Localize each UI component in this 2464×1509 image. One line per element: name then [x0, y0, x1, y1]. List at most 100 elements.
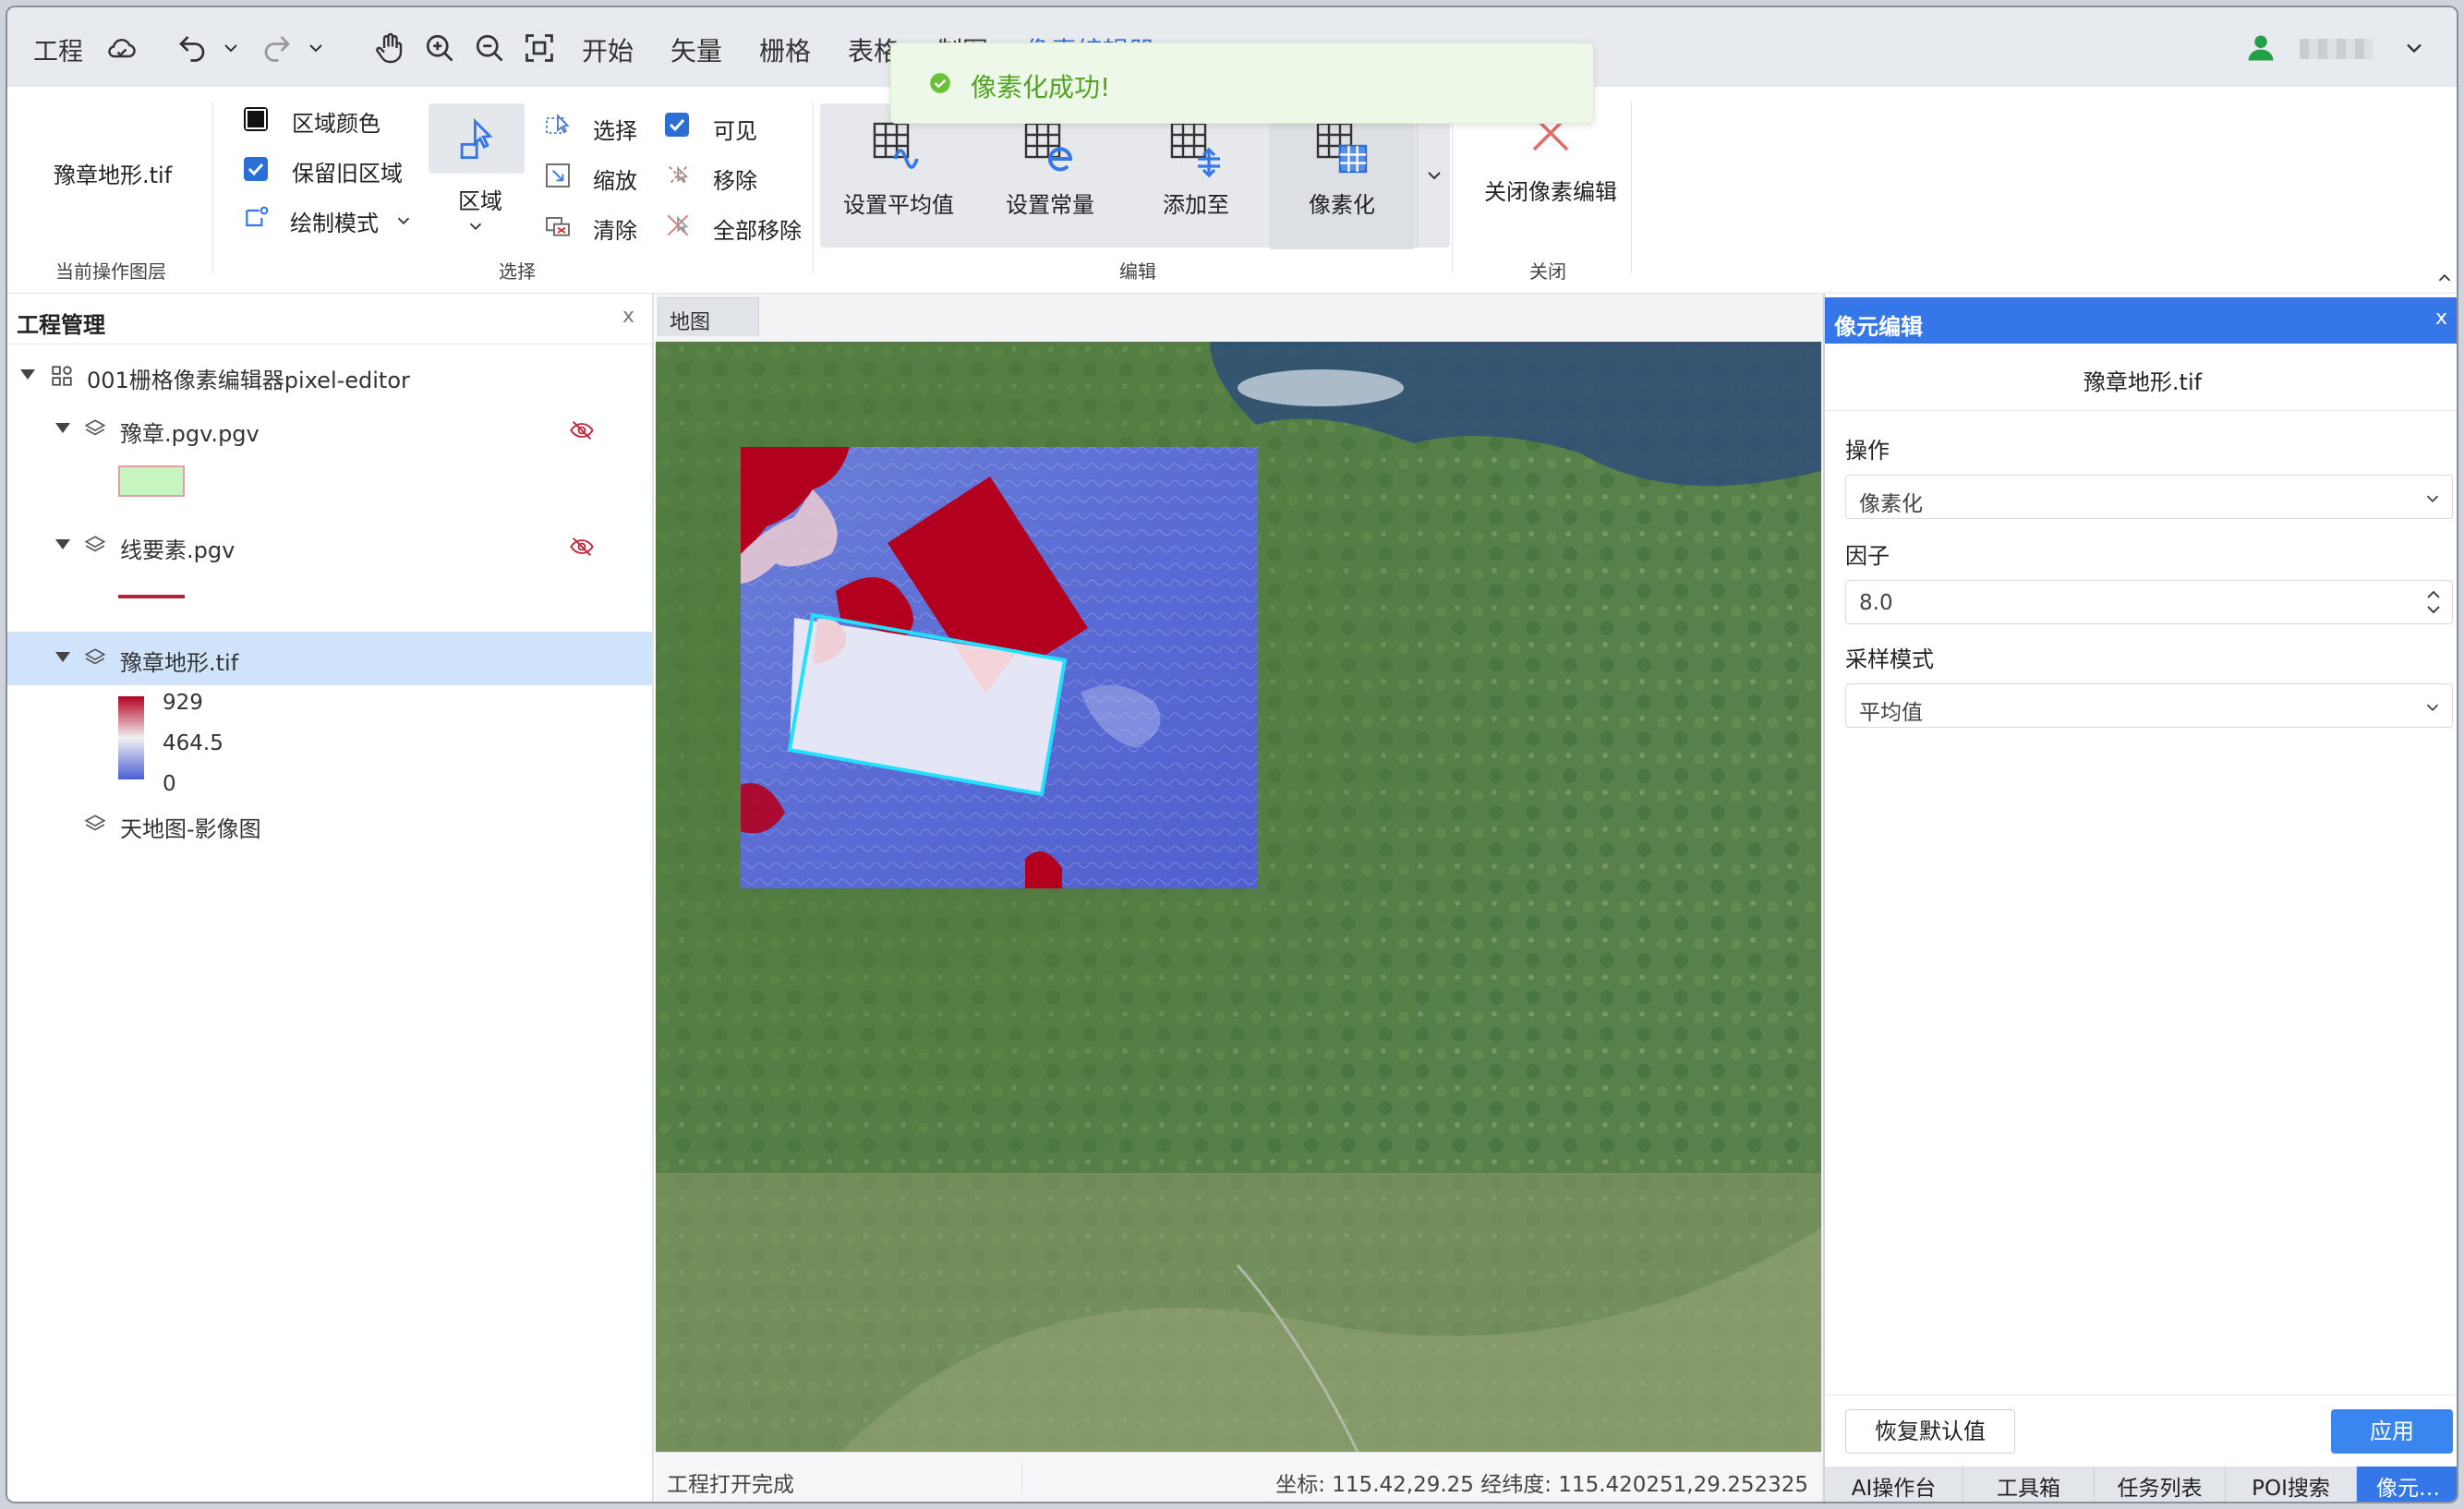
layers-icon [83, 646, 107, 670]
expand-caret-icon[interactable] [20, 369, 35, 380]
keep-old-region-checkbox[interactable] [244, 157, 268, 181]
project-panel-title: 工程管理 [17, 312, 105, 338]
tree-layer-basemap[interactable]: 天地图-影像图 [7, 798, 652, 851]
tab-start[interactable]: 开始 [582, 31, 634, 68]
tree-layer-line-pgv[interactable]: 线要素.pgv [7, 519, 652, 573]
map-area: 地图 工程打开完成 坐标: 115.42,29.25 经纬度: 115.4202… [656, 294, 1823, 1502]
success-toast: 像素化成功! [890, 42, 1594, 124]
pixelate-label: 像素化 [1309, 192, 1375, 218]
region-color-swatch[interactable] [244, 107, 268, 131]
close-panel-button[interactable]: x [2435, 307, 2447, 330]
layers-icon [83, 534, 107, 558]
factor-value: 8.0 [1859, 591, 1893, 615]
tab-task-list[interactable]: 任务列表 [2095, 1467, 2226, 1502]
divider [813, 102, 814, 273]
tree-layer-terrain-tif[interactable]: 豫章地形.tif [7, 632, 652, 685]
map-canvas[interactable] [656, 342, 1821, 1452]
sampling-mode-select[interactable]: 平均值 [1845, 683, 2453, 728]
close-panel-button[interactable]: x [622, 305, 634, 328]
remove-icon[interactable] [663, 161, 693, 190]
zoom-to-selection-icon[interactable] [543, 161, 573, 190]
tab-raster[interactable]: 栅格 [759, 31, 811, 68]
current-layer-name: 豫章地形.tif [54, 163, 173, 188]
add-to-button[interactable]: 添加至 [1123, 105, 1269, 249]
apply-button[interactable]: 应用 [2331, 1409, 2453, 1454]
tab-pixel-edit[interactable]: 像元… [2357, 1467, 2457, 1502]
expand-caret-icon[interactable] [55, 652, 70, 662]
region-button[interactable]: 区域 [429, 103, 525, 244]
chevron-down-icon [465, 216, 486, 236]
app-window: 工程 开始 矢量 栅格 表格 制图 像素编辑器 [6, 6, 2458, 1503]
remove-label[interactable]: 移除 [713, 163, 757, 195]
expand-caret-icon[interactable] [55, 539, 70, 549]
chevron-down-icon [2426, 704, 2439, 712]
cloud-icon[interactable] [103, 30, 140, 66]
zoom-label[interactable]: 缩放 [593, 163, 637, 195]
chevron-down-icon[interactable] [220, 30, 242, 66]
clear-selection-icon[interactable] [543, 211, 573, 240]
visible-checkbox[interactable] [665, 113, 689, 137]
status-bar: 工程打开完成 坐标: 115.42,29.25 经纬度: 115.420251,… [656, 1452, 1821, 1502]
collapse-ribbon-icon[interactable] [2434, 268, 2455, 288]
pan-hand-icon[interactable] [371, 30, 408, 66]
project-menu[interactable]: 工程 [33, 31, 83, 67]
group-label-select: 选择 [499, 260, 536, 283]
success-check-icon [928, 71, 952, 95]
divider [1452, 102, 1453, 273]
bottom-tab-bar: AI操作台 工具箱 任务列表 POI搜索 像元… [1825, 1467, 2457, 1502]
tab-toolbox[interactable]: 工具箱 [1963, 1467, 2095, 1502]
expand-caret-icon[interactable] [55, 423, 70, 433]
user-icon[interactable] [2242, 30, 2279, 66]
zoom-in-icon[interactable] [421, 30, 458, 66]
pixelate-button[interactable]: 像素化 [1269, 105, 1415, 249]
remove-all-icon[interactable] [663, 211, 693, 240]
spinner-arrows-icon[interactable] [2424, 586, 2443, 618]
legend-polygon-swatch [118, 465, 185, 497]
legend-color-ramp [118, 696, 144, 779]
eye-off-icon[interactable] [569, 417, 595, 443]
remove-all-label[interactable]: 全部移除 [713, 212, 802, 245]
edit-target-file: 豫章地形.tif [2083, 369, 2203, 395]
edit-more-dropdown[interactable] [1417, 103, 1450, 247]
undo-icon[interactable] [174, 30, 211, 66]
clear-label[interactable]: 清除 [593, 212, 637, 245]
region-button-label: 区域 [458, 188, 502, 214]
username-blurred [2300, 39, 2373, 59]
set-mean-label: 设置平均值 [843, 192, 954, 218]
operation-select[interactable]: 像素化 [1845, 475, 2453, 519]
eye-off-icon[interactable] [569, 534, 595, 560]
close-pixel-edit-button[interactable]: 关闭像素编辑 [1467, 105, 1635, 249]
zoom-out-icon[interactable] [471, 30, 508, 66]
tab-ai-console[interactable]: AI操作台 [1825, 1467, 1963, 1502]
chevron-down-icon[interactable] [393, 211, 414, 231]
tree-project-root[interactable]: 001栅格像素编辑器pixel-editor [7, 349, 652, 403]
tree-layer-yuzhang-pgv[interactable]: 豫章.pgv.pgv [7, 403, 652, 456]
tab-map[interactable]: 地图 [658, 297, 759, 336]
tab-poi-search[interactable]: POI搜索 [2226, 1467, 2357, 1502]
chevron-down-icon[interactable] [2401, 30, 2427, 66]
project-grid-icon [50, 364, 74, 388]
close-pixel-edit-label: 关闭像素编辑 [1484, 179, 1617, 205]
legend-line-swatch [118, 595, 185, 598]
status-message: 工程打开完成 [667, 1473, 794, 1497]
full-extent-icon[interactable] [521, 30, 558, 66]
select-label[interactable]: 选择 [593, 113, 637, 145]
map-view[interactable] [656, 342, 1821, 1452]
chevron-down-icon[interactable] [305, 30, 327, 66]
set-mean-button[interactable]: 设置平均值 [820, 105, 977, 249]
factor-spinbox[interactable]: 8.0 [1845, 580, 2453, 624]
select-icon[interactable] [543, 111, 573, 140]
layers-icon [83, 417, 107, 441]
pixel-edit-panel-header: 像元编辑 x [1825, 297, 2457, 344]
tab-vector[interactable]: 矢量 [670, 31, 722, 68]
redo-icon[interactable] [259, 30, 296, 66]
reset-defaults-button[interactable]: 恢复默认值 [1845, 1409, 2015, 1454]
project-panel: 工程管理 x 001栅格像素编辑器pixel-editor 豫章.pgv.pgv… [7, 294, 654, 1502]
factor-label: 因子 [1845, 543, 1890, 569]
draw-mode-label[interactable]: 绘制模式 [290, 205, 379, 237]
region-color-label: 区域颜色 [292, 111, 380, 137]
coordinate-readout: 坐标: 115.42,29.25 经纬度: 115.420251,29.2523… [1275, 1473, 1808, 1497]
grid-constant-icon [1021, 118, 1080, 177]
set-constant-button[interactable]: 设置常量 [977, 105, 1123, 249]
draw-mode-icon[interactable] [242, 203, 272, 233]
